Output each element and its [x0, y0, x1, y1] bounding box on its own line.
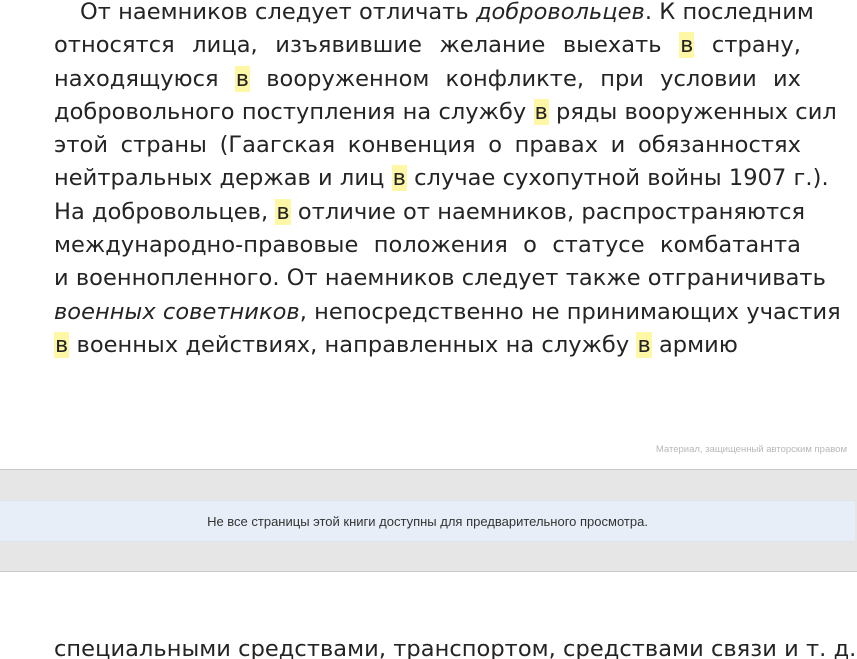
book-page-top: От наемников следует отличать добровольц…	[0, 0, 857, 469]
text-line: и военнопленного. От наемников следует т…	[54, 262, 826, 295]
text-run: этой страны (Гаагская конвенция о правах…	[54, 132, 801, 159]
text-run: отличие от наемников, распространяются	[290, 198, 806, 225]
book-page-text: От наемников следует отличать добровольц…	[54, 0, 841, 362]
text-line: этой страны (Гаагская конвенция о правах…	[54, 129, 801, 162]
text-run: нейтральных держав и лиц	[54, 165, 392, 192]
text-run: военных действиях, направленных на служб…	[69, 331, 637, 358]
book-page-bottom: специальными средствами, транспортом, ср…	[0, 572, 857, 659]
text-run: армию	[651, 331, 738, 358]
text-run: и военнопленного. От наемников следует т…	[54, 265, 826, 292]
copyright-notice: Материал, защищенный авторским правом	[655, 444, 847, 455]
text-line: специальными средствами, транспортом, ср…	[54, 633, 856, 659]
text-run: ряды вооруженных сил	[548, 98, 837, 125]
text-line: От наемников следует отличать добровольц…	[54, 0, 814, 29]
text-run: добровольного поступления на службу	[54, 98, 534, 125]
search-highlight: в	[636, 331, 652, 358]
preview-unavailable-notice: Не все страницы этой книги доступны для …	[0, 500, 855, 542]
text-run: , непосредственно не принимающих участия	[299, 298, 841, 325]
text-run: случае сухопутной войны 1907 г.).	[406, 165, 829, 192]
text-line: международно-правовые положения о статус…	[54, 229, 801, 262]
search-highlight: в	[54, 331, 70, 358]
italic-term: добровольцев	[475, 0, 645, 25]
text-run: относятся лица, изъявившие желание выеха…	[54, 32, 680, 59]
text-run: находящуюся	[54, 65, 235, 92]
search-highlight: в	[234, 65, 251, 92]
search-highlight: в	[391, 165, 407, 192]
page-gap-band: Не все страницы этой книги доступны для …	[0, 469, 857, 572]
text-run: От наемников следует отличать	[80, 0, 476, 25]
text-run: специальными средствами, транспортом, ср…	[54, 636, 857, 659]
search-highlight: в	[533, 98, 549, 125]
italic-term: военных советников	[54, 298, 300, 325]
text-line: находящуюся в вооруженном конфликте, при…	[54, 63, 801, 96]
search-highlight: в	[679, 32, 695, 59]
text-line: На добровольцев, в отличие от наемников,…	[54, 196, 805, 229]
search-highlight: в	[275, 198, 291, 225]
text-run: вооруженном конфликте, при условии их	[250, 65, 802, 92]
text-line: военных советников, непосредственно не п…	[54, 296, 841, 329]
text-line: добровольного поступления на службу в ря…	[54, 96, 837, 129]
text-line: нейтральных держав и лиц в случае сухопу…	[54, 162, 829, 195]
book-page-text: специальными средствами, транспортом, ср…	[54, 633, 856, 659]
text-run: страну,	[694, 32, 801, 59]
text-line: в военных действиях, направленных на слу…	[54, 329, 801, 362]
text-line: относятся лица, изъявившие желание выеха…	[54, 29, 801, 62]
text-run: . К последним	[644, 0, 814, 25]
text-run: международно-правовые положения о статус…	[54, 232, 801, 259]
text-run: На добровольцев,	[54, 198, 276, 225]
